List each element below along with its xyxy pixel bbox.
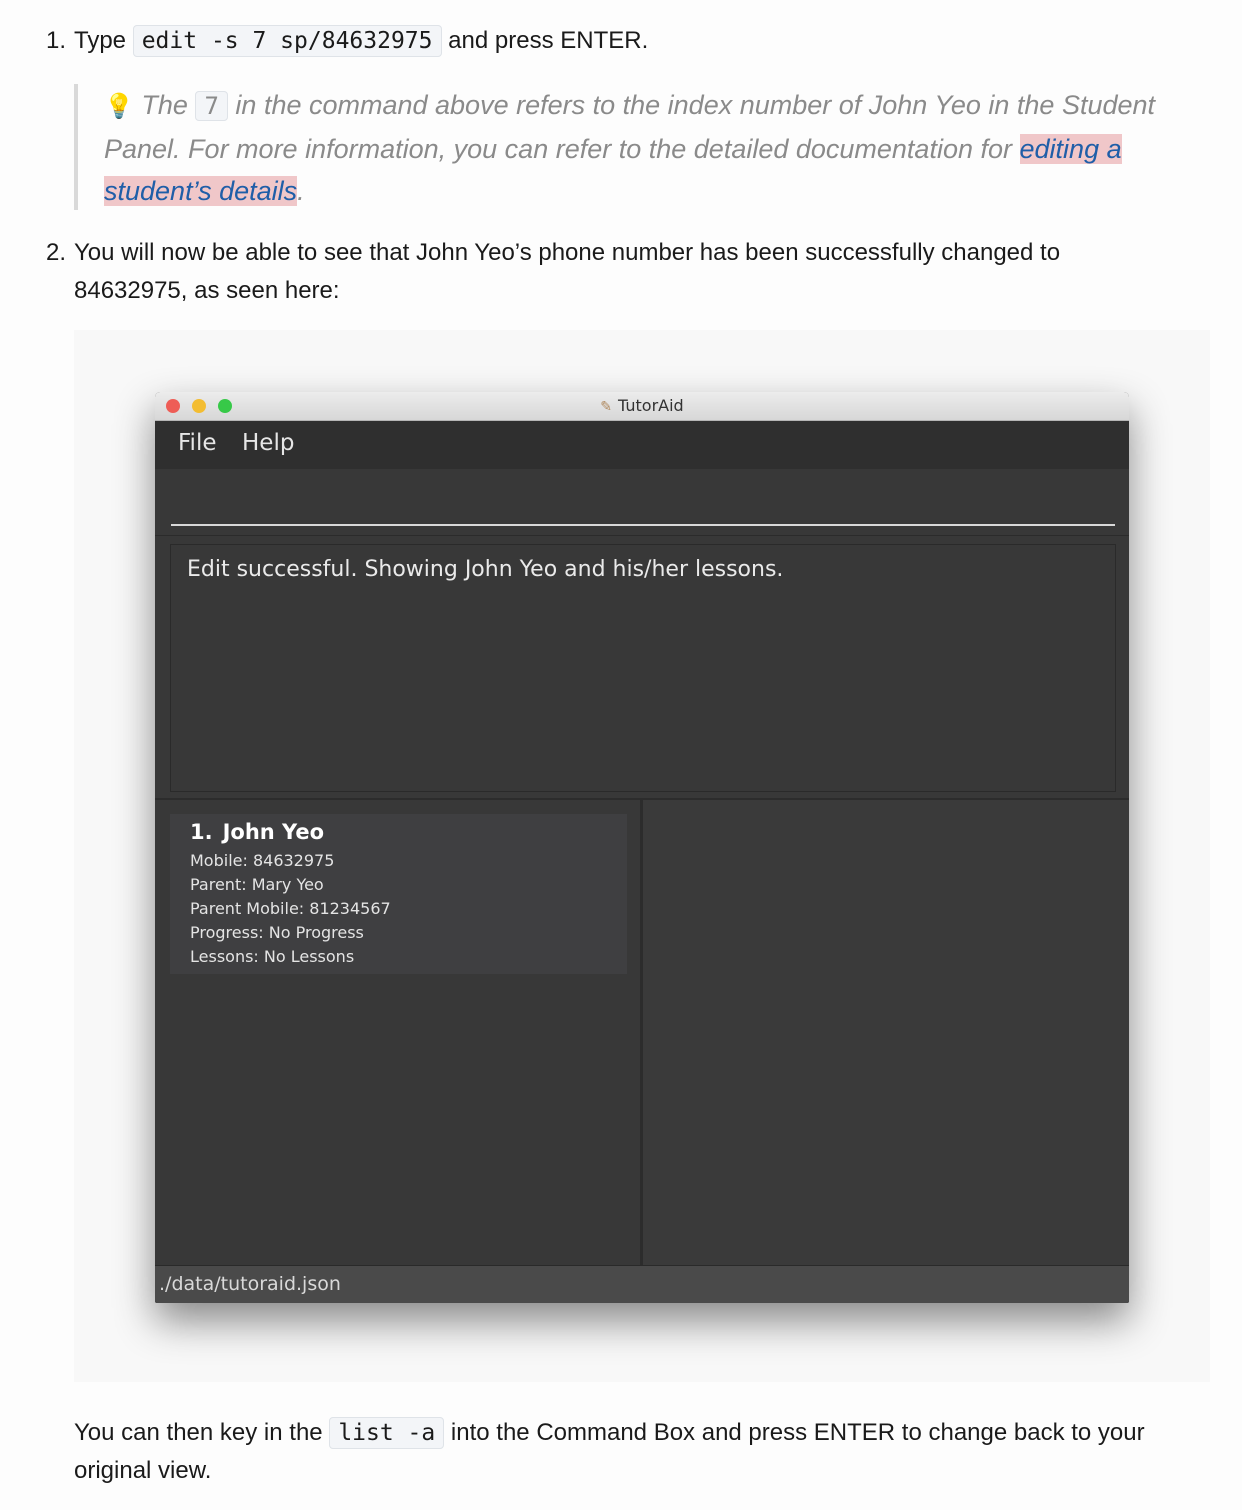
student-parent: Parent: Mary Yeo: [190, 875, 324, 894]
command-code: edit -s 7 sp/84632975: [132, 25, 442, 57]
window-title-text: TutorAid: [618, 396, 684, 415]
tip-blockquote: 💡 The 7 in the command above refers to t…: [74, 84, 1199, 210]
list-command-code: list -a: [329, 1417, 445, 1449]
window-title: ✎ TutorAid: [155, 396, 1129, 415]
menu-help[interactable]: Help: [242, 430, 294, 456]
tip-text: .: [297, 176, 305, 206]
lightbulb-icon: 💡: [104, 93, 134, 120]
student-panel: 1. John Yeo Mobile: 84632975 Parent: Mary…: [155, 800, 640, 1265]
tip-text: The: [141, 90, 188, 120]
title-bar: ✎ TutorAid: [155, 392, 1129, 421]
app-icon: ✎: [600, 399, 613, 415]
student-card[interactable]: 1. John Yeo Mobile: 84632975 Parent: Mary…: [170, 814, 627, 974]
menu-file[interactable]: File: [178, 430, 217, 456]
student-lessons: Lessons: No Lessons: [190, 947, 355, 966]
command-input-underline: [171, 524, 1115, 526]
outro-paragraph: You can then key in the list -a into the…: [74, 1414, 1184, 1490]
student-progress: Progress: No Progress: [190, 923, 364, 942]
student-mobile: Mobile: 84632975: [190, 851, 335, 870]
step-number: 2.: [46, 239, 67, 266]
tip-code: 7: [195, 91, 228, 121]
student-index: 1.: [190, 820, 213, 844]
student-parent-mobile: Parent Mobile: 81234567: [190, 899, 391, 918]
menu-bar: File Help: [155, 421, 1129, 470]
student-name: John Yeo: [222, 820, 324, 844]
status-bar: ./data/tutoraid.json: [155, 1265, 1129, 1303]
step-number: 1.: [46, 27, 67, 54]
step-2: 2. You will now be able to see that John…: [46, 234, 1176, 310]
step-text: and press ENTER.: [448, 27, 649, 54]
lesson-panel: [643, 800, 1129, 1265]
outro-text: You can then key in the: [74, 1419, 323, 1446]
tip-text: in the command above refers to the index…: [104, 90, 1156, 164]
status-file-path: ./data/tutoraid.json: [159, 1273, 341, 1295]
result-display: Edit successful. Showing John Yeo and hi…: [170, 544, 1116, 792]
student-name-row: 1. John Yeo: [190, 820, 324, 844]
app-window: ✎ TutorAid File Help Edit successful. Sho…: [155, 392, 1129, 1303]
step-text: Type: [74, 27, 127, 54]
step-text: You will now be able to see that John Ye…: [74, 239, 1061, 304]
command-box[interactable]: [155, 469, 1129, 536]
step-1: 1. Type edit -s 7 sp/84632975 and press …: [46, 22, 648, 60]
result-message: Edit successful. Showing John Yeo and hi…: [187, 557, 784, 582]
